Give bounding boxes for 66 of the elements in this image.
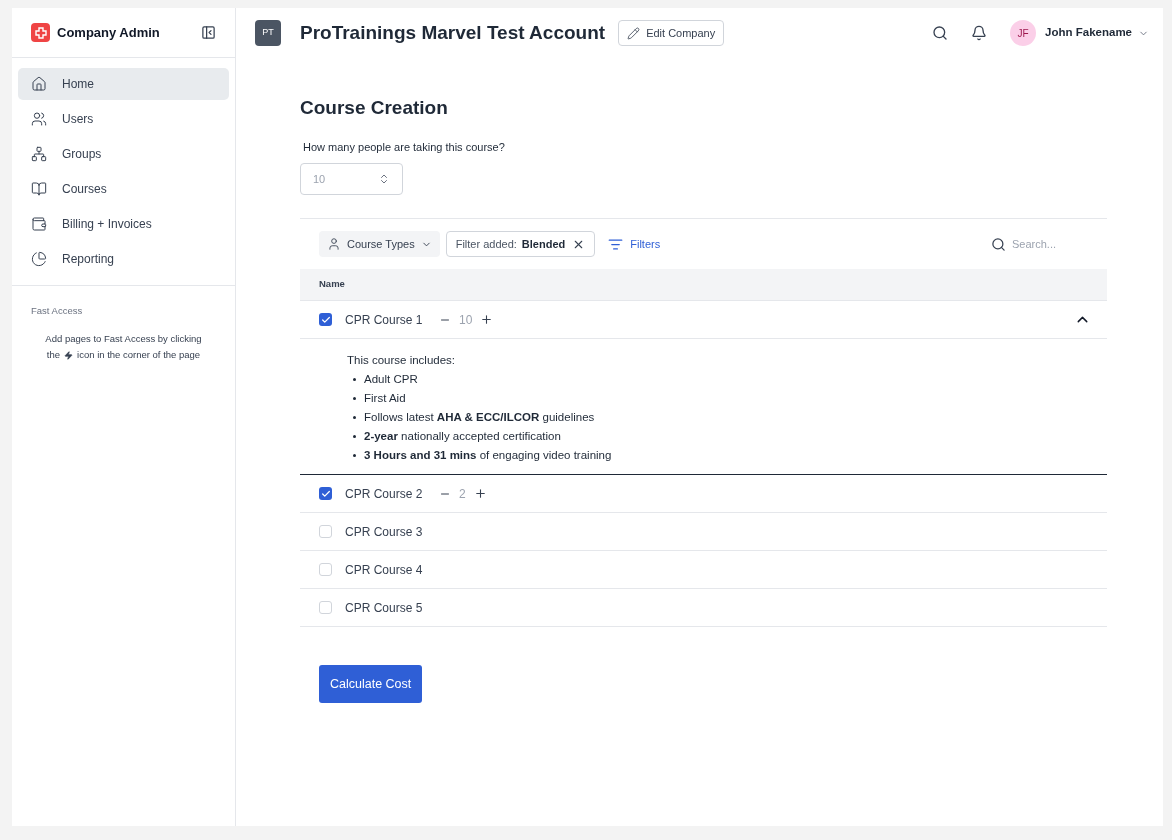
checkbox[interactable] <box>319 525 332 538</box>
column-header: Name <box>319 277 345 292</box>
search-icon <box>991 236 1006 252</box>
users-icon <box>31 111 47 127</box>
checkbox[interactable] <box>319 563 332 576</box>
course-name: CPR Course 2 <box>345 485 424 503</box>
bullet-icon <box>353 416 356 419</box>
sidebar-item[interactable]: Groups <box>18 138 229 170</box>
section-title: Fast Access <box>31 304 84 318</box>
logo-icon <box>31 23 50 42</box>
course-feature: Follows latest AHA & ECC/ILCOR guidelines <box>364 410 595 425</box>
company-avatar: PT <box>255 20 281 46</box>
course-name: CPR Course 4 <box>345 561 424 579</box>
filters-button[interactable]: Filters <box>608 235 661 253</box>
stepper-icon <box>378 173 390 185</box>
lightning-icon <box>64 350 74 360</box>
checkbox[interactable] <box>319 601 332 614</box>
home-icon <box>31 76 47 92</box>
hint-text: Add pages to Fast Access by clicking <box>45 332 202 347</box>
filter-label: Filter added: <box>455 236 517 252</box>
course-feature: Adult CPR <box>364 372 418 387</box>
plus-icon[interactable] <box>480 313 494 326</box>
search-icon[interactable] <box>932 25 949 41</box>
collapse-sidebar-icon[interactable] <box>201 25 216 40</box>
company-name: ProTrainings Marvel Test Account <box>300 20 606 45</box>
bell-icon[interactable] <box>971 25 988 41</box>
course-feature: First Aid <box>364 391 406 406</box>
filter-value: Blended <box>521 236 566 252</box>
quantity-value: 10 <box>459 311 473 329</box>
bullet-icon <box>353 454 356 457</box>
bullet-icon <box>353 435 356 438</box>
checkbox[interactable] <box>319 313 332 326</box>
course-name: CPR Course 1 <box>345 311 424 329</box>
hint-text: icon in the corner of the page <box>77 348 201 363</box>
wallet-icon <box>31 216 47 232</box>
user-menu[interactable]: John Fakename <box>1045 24 1149 42</box>
plus-icon[interactable] <box>473 487 487 500</box>
sidebar-item[interactable]: Billing + Invoices <box>18 208 229 240</box>
course-name: CPR Course 3 <box>345 523 424 541</box>
bullet-icon <box>353 397 356 400</box>
quantity-value: 2 <box>459 485 466 503</box>
sidebar-item[interactable]: Reporting <box>18 243 229 275</box>
hierarchy-icon <box>31 146 47 162</box>
checkbox[interactable] <box>319 487 332 500</box>
field-label: How many people are taking this course? <box>303 139 506 155</box>
bullet-icon <box>353 378 356 381</box>
calculate-cost-button[interactable]: Calculate Cost <box>319 665 423 703</box>
sidebar-item[interactable]: Courses <box>18 173 229 205</box>
course-feature: 3 Hours and 31 mins of engaging video training <box>364 448 612 463</box>
brand-name: Company Admin <box>57 23 160 42</box>
sidebar-item[interactable]: Users <box>18 103 229 135</box>
pie-chart-icon <box>31 251 47 267</box>
filter-icon <box>608 236 624 252</box>
user-icon <box>327 237 341 251</box>
course-includes-text: This course includes: <box>347 353 457 368</box>
sidebar-item[interactable]: Home <box>18 68 229 100</box>
search-field[interactable]: Search... <box>1012 235 1082 253</box>
pencil-icon <box>627 26 641 40</box>
course-name: CPR Course 5 <box>345 599 424 617</box>
course-types-dropdown[interactable]: Course Types <box>319 231 440 257</box>
hint-text: the <box>46 348 61 363</box>
page-title: Course Creation <box>300 96 449 120</box>
course-feature: 2-year nationally accepted certification <box>364 429 561 444</box>
user-avatar[interactable]: JF <box>1010 20 1037 46</box>
edit-company-button[interactable]: Edit Company <box>618 20 725 46</box>
book-icon <box>31 181 47 197</box>
